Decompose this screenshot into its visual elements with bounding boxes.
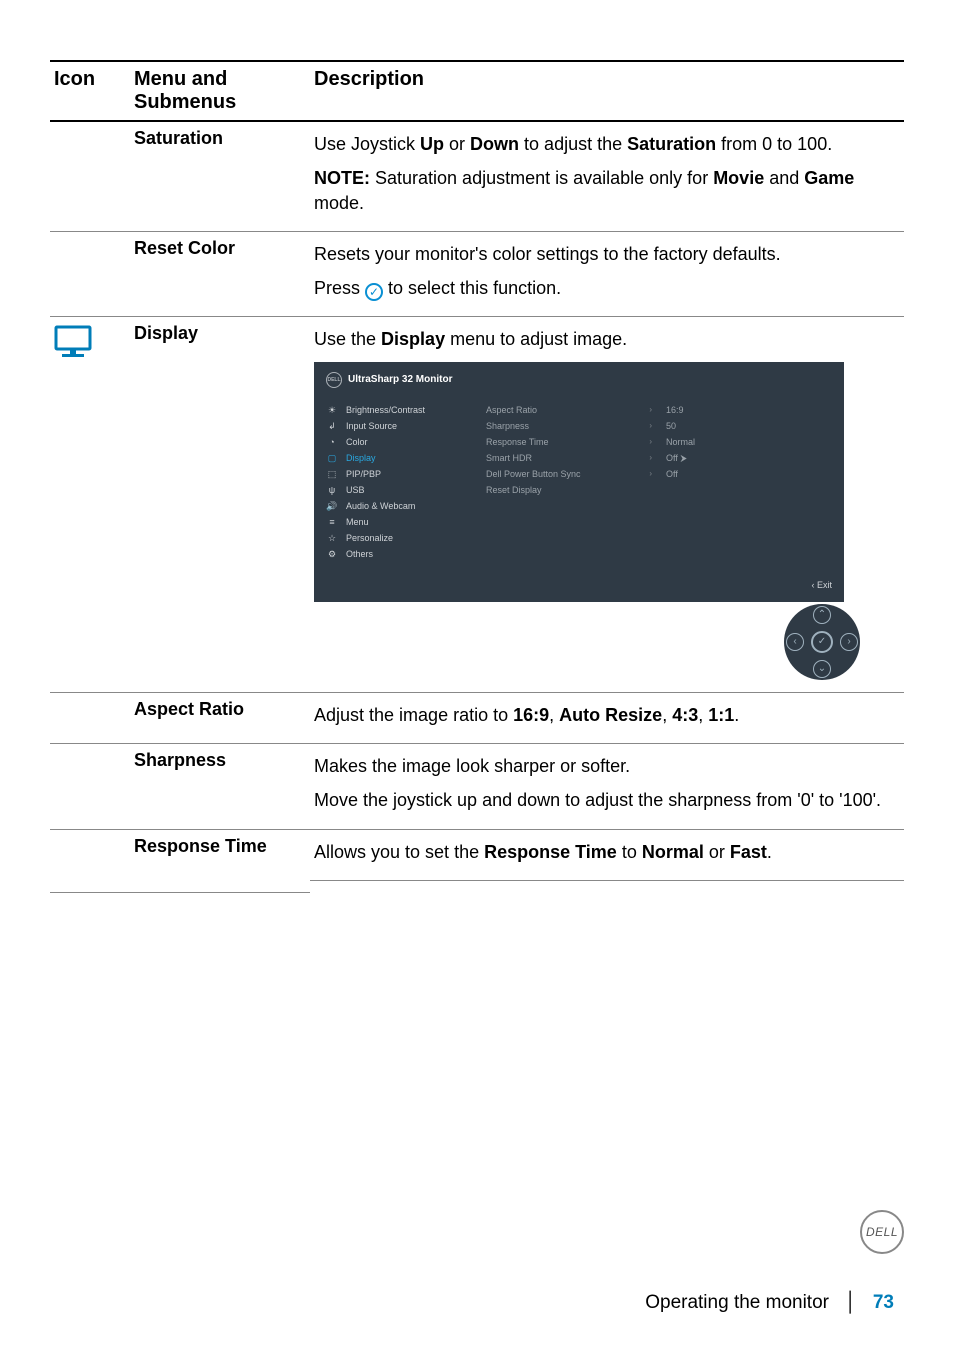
- input-source-icon: ↲: [326, 418, 338, 434]
- osd-item-display: Display: [346, 450, 376, 466]
- sharpness-desc-1: Makes the image look sharper or softer.: [314, 754, 900, 778]
- osd-sub-response: Response Time: [486, 434, 549, 450]
- display-icon: [54, 325, 92, 359]
- osd-val-response: Normal: [666, 434, 832, 450]
- chevron-right-icon: ›: [649, 418, 652, 434]
- joystick-up-icon: ⌃: [813, 606, 831, 624]
- saturation-desc-1: Use Joystick Up or Down to adjust the Sa…: [314, 132, 900, 156]
- table-row: Display Use the Display menu to adjust i…: [50, 317, 904, 692]
- table-row: Sharpness Makes the image look sharper o…: [50, 744, 904, 830]
- osd-sub-resetdisplay: Reset Display: [486, 482, 542, 498]
- osd-val-smarthdr: Off ⮞: [666, 450, 832, 466]
- osd-left-menu: ☀ Brightness/Contrast ↲ Input Source ◔ Colo…: [326, 402, 476, 562]
- table-header-row: Icon Menu and Submenus Description: [50, 61, 904, 121]
- menu-sharpness: Sharpness: [134, 750, 226, 770]
- col-desc: Description: [310, 61, 904, 121]
- menu-reset-color: Reset Color: [134, 238, 235, 258]
- menu-icon: ≡: [326, 514, 338, 530]
- table-row: Reset Color Resets your monitor's color …: [50, 231, 904, 317]
- aspect-desc: Adjust the image ratio to 16:9, Auto Res…: [314, 703, 900, 727]
- menu-description-table: Icon Menu and Submenus Description Satur…: [50, 60, 904, 893]
- chevron-right-icon: ›: [649, 450, 652, 466]
- col-icon: Icon: [50, 61, 130, 121]
- resetcolor-desc-1: Resets your monitor's color settings to …: [314, 242, 900, 266]
- footer-page-number: 73: [873, 1292, 894, 1314]
- osd-item-personalize: Personalize: [346, 530, 393, 546]
- chevron-right-icon: ›: [649, 402, 652, 418]
- page-content: Icon Menu and Submenus Description Satur…: [0, 0, 954, 893]
- joystick-right-icon: ›: [840, 633, 858, 651]
- osd-item-usb: USB: [346, 482, 365, 498]
- osd-item-brightness: Brightness/Contrast: [346, 402, 425, 418]
- display-desc: Use the Display menu to adjust image.: [314, 327, 900, 351]
- others-icon: ⚙: [326, 546, 338, 562]
- personalize-icon: ☆: [326, 530, 338, 546]
- osd-item-input: Input Source: [346, 418, 397, 434]
- osd-values: 16:9 50 Normal Off ⮞ Off: [666, 402, 832, 562]
- responsetime-desc: Allows you to set the Response Time to N…: [314, 840, 900, 864]
- osd-title: DELL UltraSharp 32 Monitor: [326, 372, 832, 388]
- resetcolor-desc-2: Press ✓ to select this function.: [314, 276, 900, 300]
- osd-sub-menu: Aspect Ratio› Sharpness› Response Time› …: [486, 402, 656, 562]
- color-icon: ◔: [326, 434, 338, 450]
- joystick-center-icon: ✓: [811, 631, 833, 653]
- table-row: Response Time Allows you to set the Resp…: [50, 829, 904, 880]
- menu-response-time: Response Time: [134, 836, 267, 856]
- footer-separator: │: [845, 1292, 857, 1314]
- menu-display: Display: [134, 323, 198, 343]
- dell-badge-icon: DELL: [326, 372, 342, 388]
- osd-val-aspect: 16:9: [666, 402, 832, 418]
- osd-sub-dellpower: Dell Power Button Sync: [486, 466, 581, 482]
- table-row: Aspect Ratio Adjust the image ratio to 1…: [50, 692, 904, 743]
- osd-sub-smarthdr: Smart HDR: [486, 450, 532, 466]
- osd-val-dellpower: Off: [666, 466, 832, 482]
- pip-icon: ⬚: [326, 466, 338, 482]
- joystick-icon: ⌃ ⌄ ‹ › ✓: [784, 604, 860, 680]
- saturation-desc-2: NOTE: Saturation adjustment is available…: [314, 166, 900, 215]
- osd-item-audio: Audio & Webcam: [346, 498, 415, 514]
- osd-item-menu: Menu: [346, 514, 369, 530]
- osd-sub-aspect: Aspect Ratio: [486, 402, 537, 418]
- joystick-down-icon: ⌄: [813, 660, 831, 678]
- osd-exit: ‹ Exit: [326, 580, 832, 590]
- table-row: Saturation Use Joystick Up or Down to ad…: [50, 121, 904, 231]
- footer-section: Operating the monitor: [645, 1292, 829, 1314]
- osd-val-sharpness: 50: [666, 418, 832, 434]
- chevron-right-icon: ›: [649, 434, 652, 450]
- audio-icon: 🔊: [326, 498, 338, 514]
- joystick-left-icon: ‹: [786, 633, 804, 651]
- brightness-icon: ☀: [326, 402, 338, 418]
- check-icon: ✓: [365, 283, 383, 301]
- osd-sub-sharpness: Sharpness: [486, 418, 529, 434]
- chevron-right-icon: ›: [649, 466, 652, 482]
- osd-screenshot: DELL UltraSharp 32 Monitor ☀ Brightness/C…: [314, 362, 844, 602]
- dell-logo-icon: DELL: [860, 1210, 904, 1254]
- display-menu-icon: ▢: [326, 450, 338, 466]
- menu-aspect-ratio: Aspect Ratio: [134, 699, 244, 719]
- osd-item-others: Others: [346, 546, 373, 562]
- usb-icon: ψ: [326, 482, 338, 498]
- sharpness-desc-2: Move the joystick up and down to adjust …: [314, 788, 900, 812]
- menu-saturation: Saturation: [134, 128, 223, 148]
- col-menu: Menu and Submenus: [130, 61, 310, 121]
- osd-item-color: Color: [346, 434, 368, 450]
- osd-item-pip: PIP/PBP: [346, 466, 381, 482]
- page-footer: Operating the monitor │ 73: [0, 1292, 954, 1314]
